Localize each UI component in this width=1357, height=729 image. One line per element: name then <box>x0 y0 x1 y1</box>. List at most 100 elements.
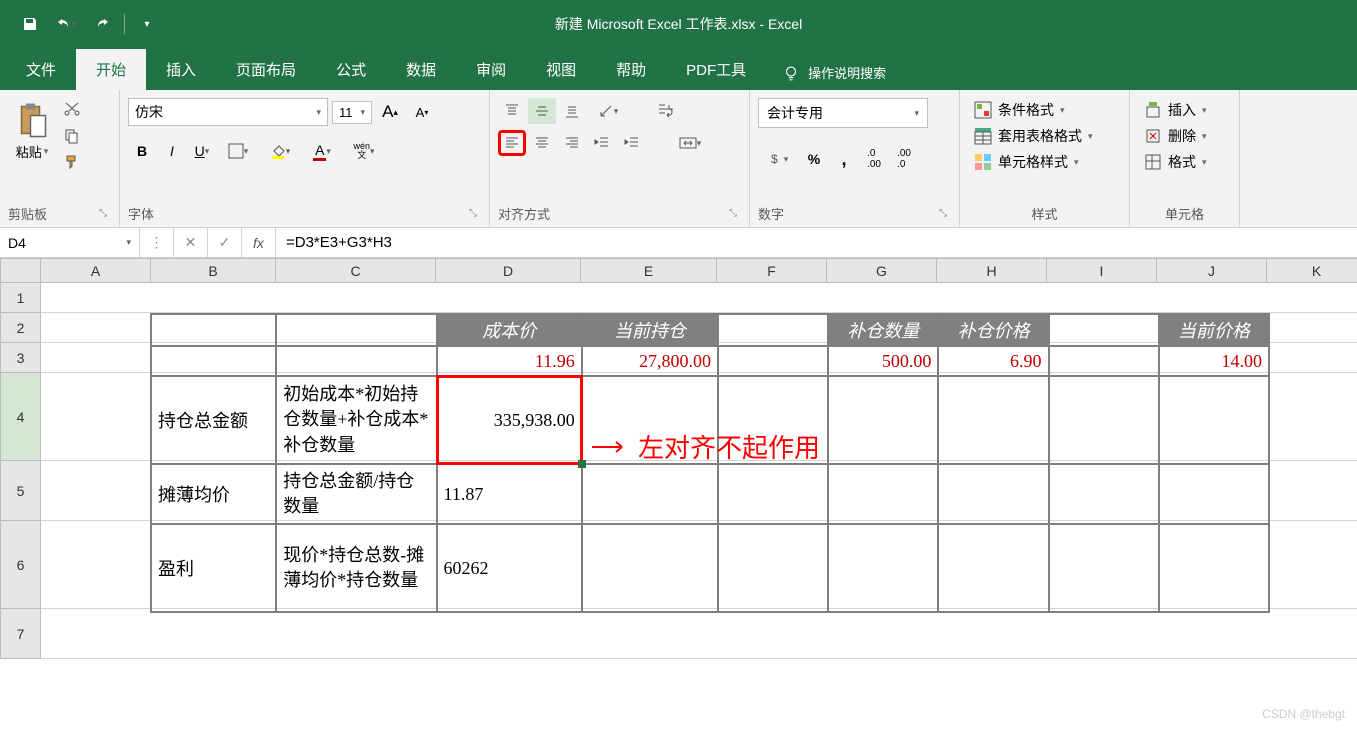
cell-H5[interactable] <box>938 464 1048 524</box>
tell-me-search[interactable]: 操作说明搜索 <box>766 63 902 82</box>
cell-F6[interactable] <box>718 524 828 612</box>
cell-G5[interactable] <box>828 464 938 524</box>
cell-E6[interactable] <box>582 524 718 612</box>
bold-button[interactable]: B <box>128 138 156 164</box>
cell-B5[interactable]: 摊薄均价 <box>151 464 276 524</box>
tab-formulas[interactable]: 公式 <box>316 49 386 90</box>
cell-I5[interactable] <box>1049 464 1159 524</box>
col-header-C[interactable]: C <box>276 259 436 283</box>
row-header-4[interactable]: 4 <box>1 373 41 461</box>
fill-color-button[interactable]: ▾ <box>260 138 300 164</box>
cell-E5[interactable] <box>582 464 718 524</box>
font-size-select[interactable]: 11▾ <box>332 101 372 124</box>
col-header-K[interactable]: K <box>1267 259 1357 283</box>
col-header-J[interactable]: J <box>1157 259 1267 283</box>
cell-J3[interactable]: 14.00 <box>1159 346 1269 376</box>
insert-function-button[interactable]: fx <box>242 228 276 257</box>
italic-button[interactable]: I <box>158 138 186 164</box>
select-all-corner[interactable] <box>1 259 41 283</box>
cell-C5[interactable]: 持仓总金额/持仓数量 <box>276 464 436 524</box>
cell-D2[interactable]: 成本价 <box>437 314 582 346</box>
tab-layout[interactable]: 页面布局 <box>216 49 316 90</box>
cell-F3[interactable] <box>718 346 828 376</box>
cell-D5[interactable]: 11.87 <box>437 464 582 524</box>
cell-J5[interactable] <box>1159 464 1269 524</box>
cell-G4[interactable] <box>828 376 938 464</box>
phonetic-button[interactable]: wén文▾ <box>344 138 384 164</box>
qat-customize[interactable]: ▾ <box>133 10 161 38</box>
cancel-formula-button[interactable]: ✕ <box>174 228 208 257</box>
cell-F5[interactable] <box>718 464 828 524</box>
paste-button[interactable]: 粘贴▾ <box>8 98 56 165</box>
wrap-text-button[interactable] <box>652 98 680 124</box>
row-header-5[interactable]: 5 <box>1 461 41 521</box>
cell-C2[interactable] <box>276 314 436 346</box>
tab-view[interactable]: 视图 <box>526 49 596 90</box>
cell-I2[interactable] <box>1049 314 1159 346</box>
row-header-7[interactable]: 7 <box>1 609 41 659</box>
name-box[interactable]: D4▾ <box>0 228 140 257</box>
font-name-select[interactable]: 仿宋▾ <box>128 98 328 126</box>
align-bottom-button[interactable] <box>558 98 586 124</box>
number-launcher[interactable]: ⤡ <box>935 208 951 219</box>
comma-button[interactable]: , <box>830 146 858 172</box>
cell-G2[interactable]: 补仓数量 <box>828 314 938 346</box>
align-center-button[interactable] <box>528 130 556 156</box>
delete-cells-button[interactable]: 删除▾ <box>1138 124 1213 148</box>
increase-font-button[interactable]: A▴ <box>376 99 404 125</box>
cell-B3[interactable] <box>151 346 276 376</box>
orientation-button[interactable]: ▾ <box>588 98 628 124</box>
decrease-indent-button[interactable] <box>588 130 616 156</box>
border-button[interactable]: ▾ <box>218 138 258 164</box>
col-header-A[interactable]: A <box>41 259 151 283</box>
merge-button[interactable]: ▾ <box>670 130 710 156</box>
cell-H4[interactable] <box>938 376 1048 464</box>
tab-data[interactable]: 数据 <box>386 49 456 90</box>
underline-button[interactable]: U▾ <box>188 138 216 164</box>
tab-pdf[interactable]: PDF工具 <box>666 49 766 90</box>
font-launcher[interactable]: ⤡ <box>465 208 481 219</box>
row-header-6[interactable]: 6 <box>1 521 41 609</box>
cell-J6[interactable] <box>1159 524 1269 612</box>
cell-G3[interactable]: 500.00 <box>828 346 938 376</box>
fill-handle[interactable] <box>578 460 586 468</box>
cell-D4[interactable]: 335,938.00 <box>437 376 582 464</box>
cell-B4[interactable]: 持仓总金额 <box>151 376 276 464</box>
spreadsheet-grid[interactable]: A B C D E F G H I J K 1 2 3 4 5 6 7 成本价 … <box>0 258 1357 728</box>
cell-J4[interactable] <box>1159 376 1269 464</box>
cell-H6[interactable] <box>938 524 1048 612</box>
redo-button[interactable] <box>88 10 116 38</box>
col-header-B[interactable]: B <box>151 259 276 283</box>
row-header-3[interactable]: 3 <box>1 343 41 373</box>
cell-D3[interactable]: 11.96 <box>437 346 582 376</box>
row-header-2[interactable]: 2 <box>1 313 41 343</box>
cell-J2[interactable]: 当前价格 <box>1159 314 1269 346</box>
cell-C3[interactable] <box>276 346 436 376</box>
clipboard-launcher[interactable]: ⤡ <box>95 208 111 219</box>
cell-B6[interactable]: 盈利 <box>151 524 276 612</box>
font-color-button[interactable]: A▾ <box>302 138 342 164</box>
decrease-font-button[interactable]: A▾ <box>408 99 436 125</box>
increase-indent-button[interactable] <box>618 130 646 156</box>
insert-cells-button[interactable]: 插入▾ <box>1138 98 1213 122</box>
cell-E2[interactable]: 当前持仓 <box>582 314 718 346</box>
cut-button[interactable] <box>60 98 84 122</box>
increase-decimal-button[interactable]: .0.00 <box>860 146 888 172</box>
align-top-button[interactable] <box>498 98 526 124</box>
col-header-E[interactable]: E <box>581 259 717 283</box>
cell-I3[interactable] <box>1049 346 1159 376</box>
tab-home[interactable]: 开始 <box>76 49 146 90</box>
cell-E3[interactable]: 27,800.00 <box>582 346 718 376</box>
number-format-select[interactable]: 会计专用▾ <box>758 98 928 128</box>
tab-insert[interactable]: 插入 <box>146 49 216 90</box>
save-button[interactable] <box>16 10 44 38</box>
row-header-1[interactable]: 1 <box>1 283 41 313</box>
decrease-decimal-button[interactable]: .00.0 <box>890 146 918 172</box>
cell-styles-button[interactable]: 单元格样式▾ <box>968 150 1099 174</box>
cell-G6[interactable] <box>828 524 938 612</box>
cell-I6[interactable] <box>1049 524 1159 612</box>
cell-D6[interactable]: 60262 <box>437 524 582 612</box>
tab-review[interactable]: 审阅 <box>456 49 526 90</box>
col-header-F[interactable]: F <box>717 259 827 283</box>
cell-H3[interactable]: 6.90 <box>938 346 1048 376</box>
